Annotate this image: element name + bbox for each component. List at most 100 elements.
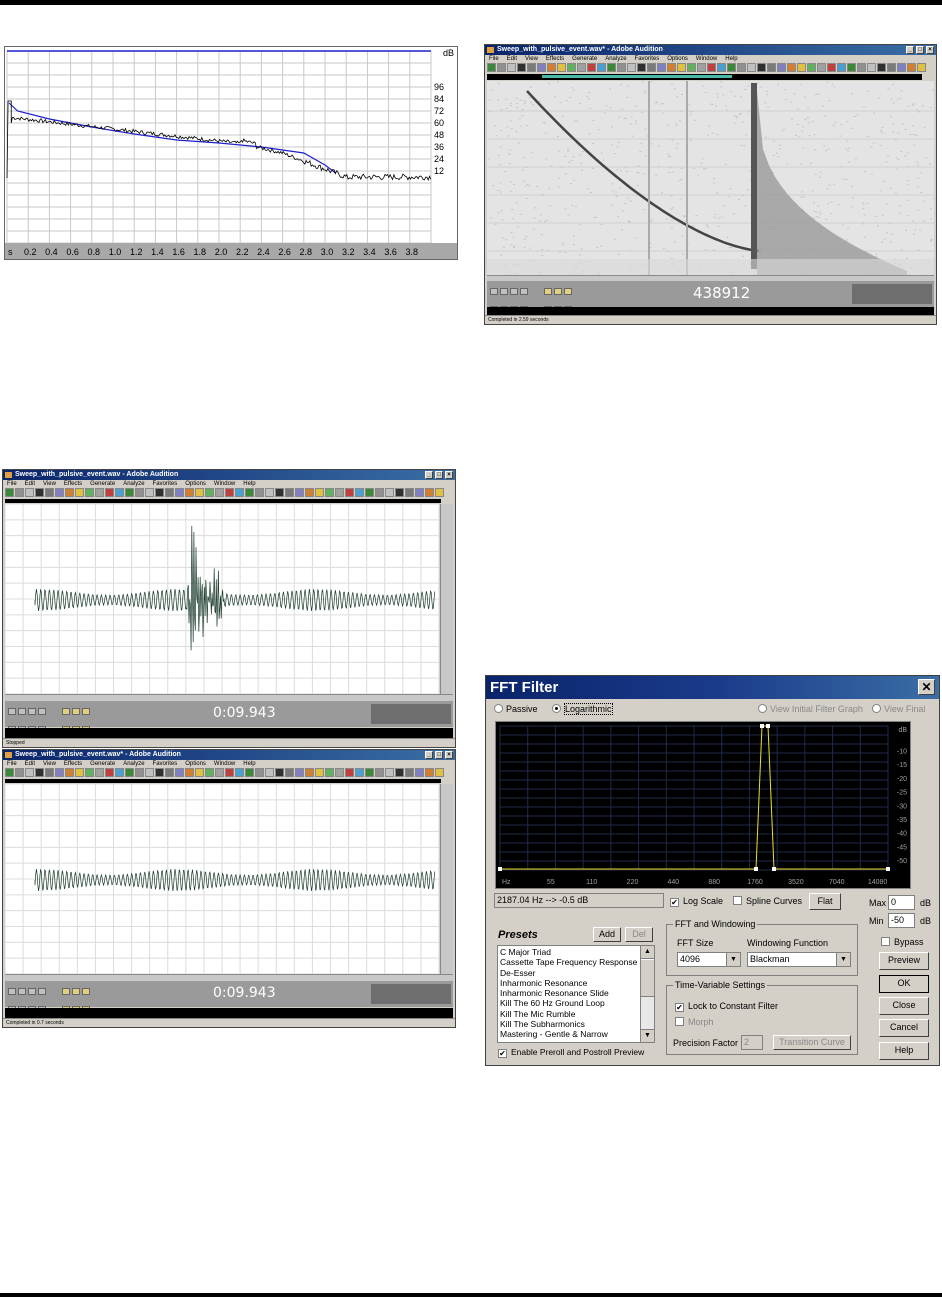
waveform-display[interactable]: [5, 784, 439, 974]
toolbar-button[interactable]: [215, 768, 224, 777]
overview-bar[interactable]: [5, 499, 441, 503]
toolbar-button[interactable]: [55, 488, 64, 497]
toolbar-button[interactable]: [155, 768, 164, 777]
view-final-radio[interactable]: View Final: [872, 704, 925, 714]
max-db-input[interactable]: 0: [888, 895, 915, 910]
toolbar-button[interactable]: [5, 768, 14, 777]
toolbar-button[interactable]: [435, 488, 444, 497]
ok-button[interactable]: OK: [879, 975, 929, 993]
preset-item[interactable]: Inharmonic Resonance Slide: [500, 988, 640, 998]
toolbar-button[interactable]: [195, 768, 204, 777]
toolbar-button[interactable]: [165, 488, 174, 497]
view-initial-radio[interactable]: View Initial Filter Graph: [758, 704, 863, 714]
toolbar-button[interactable]: [385, 488, 394, 497]
toolbar-button[interactable]: [385, 768, 394, 777]
toolbar-button[interactable]: [55, 768, 64, 777]
toolbar-button[interactable]: [275, 768, 284, 777]
toolbar-button[interactable]: [275, 488, 284, 497]
menu-analyze[interactable]: Analyze: [605, 56, 626, 62]
toolbar-button[interactable]: [687, 63, 696, 72]
toolbar-button[interactable]: [335, 488, 344, 497]
menu-generate[interactable]: Generate: [572, 56, 597, 62]
close-window-button[interactable]: ×: [445, 471, 453, 479]
min-db-input[interactable]: -50: [888, 913, 915, 928]
menu-options[interactable]: Options: [185, 761, 206, 767]
menu-file[interactable]: File: [7, 481, 17, 487]
toolbar-button[interactable]: [777, 63, 786, 72]
toolbar-button[interactable]: [395, 768, 404, 777]
toolbar-button[interactable]: [75, 488, 84, 497]
toolbar-button[interactable]: [315, 488, 324, 497]
control-point[interactable]: [760, 724, 764, 728]
toolbar-button[interactable]: [667, 63, 676, 72]
toolbar-button[interactable]: [557, 63, 566, 72]
presets-scrollbar[interactable]: ▲ ▼: [640, 946, 654, 1042]
maximize-button[interactable]: □: [435, 751, 443, 759]
toolbar-button[interactable]: [587, 63, 596, 72]
maximize-button[interactable]: □: [435, 471, 443, 479]
toolbar-button[interactable]: [547, 63, 556, 72]
toolbar-button[interactable]: [175, 768, 184, 777]
toolbar-button[interactable]: [697, 63, 706, 72]
toolbar-button[interactable]: [365, 768, 374, 777]
toolbar-button[interactable]: [305, 768, 314, 777]
toolbar-button[interactable]: [435, 768, 444, 777]
toolbar-button[interactable]: [897, 63, 906, 72]
menu-help[interactable]: Help: [243, 761, 255, 767]
toolbar-button[interactable]: [917, 63, 926, 72]
toolbar-button[interactable]: [25, 768, 34, 777]
toolbar-button[interactable]: [567, 63, 576, 72]
toolbar-button[interactable]: [737, 63, 746, 72]
fft-size-select[interactable]: 4096 ▼: [677, 952, 741, 967]
toolbar-button[interactable]: [125, 768, 134, 777]
enable-preroll-checkbox[interactable]: ✔ Enable Preroll and Postroll Preview: [498, 1047, 644, 1058]
menu-effects[interactable]: Effects: [546, 56, 564, 62]
toolbar-button[interactable]: [415, 488, 424, 497]
toolbar-button[interactable]: [165, 768, 174, 777]
toolbar-button[interactable]: [597, 63, 606, 72]
preset-item[interactable]: C Major Triad: [500, 947, 640, 957]
preset-item[interactable]: Inharmonic Resonance: [500, 978, 640, 988]
preset-item[interactable]: Kill The Mic Rumble: [500, 1009, 640, 1019]
menu-effects[interactable]: Effects: [64, 761, 82, 767]
toolbar-button[interactable]: [787, 63, 796, 72]
minimize-button[interactable]: _: [425, 471, 433, 479]
toolbar-button[interactable]: [647, 63, 656, 72]
toolbar-button[interactable]: [907, 63, 916, 72]
add-preset-button[interactable]: Add: [593, 927, 621, 942]
toolbar-button[interactable]: [747, 63, 756, 72]
toolbar-button[interactable]: [487, 63, 496, 72]
toolbar-button[interactable]: [345, 768, 354, 777]
overview-bar[interactable]: [487, 74, 922, 80]
bypass-checkbox[interactable]: Bypass: [881, 937, 924, 947]
toolbar-button[interactable]: [325, 488, 334, 497]
toolbar-button[interactable]: [285, 768, 294, 777]
toolbar-button[interactable]: [425, 768, 434, 777]
scroll-up-icon[interactable]: ▲: [641, 946, 654, 959]
toolbar-button[interactable]: [205, 768, 214, 777]
toolbar-button[interactable]: [375, 768, 384, 777]
preset-item[interactable]: Kill The Subharmonics: [500, 1019, 640, 1029]
scroll-thumb[interactable]: [641, 959, 654, 997]
toolbar-button[interactable]: [617, 63, 626, 72]
menu-favorites[interactable]: Favorites: [635, 56, 660, 62]
toolbar-button[interactable]: [867, 63, 876, 72]
toolbar-button[interactable]: [35, 488, 44, 497]
toolbar-button[interactable]: [335, 768, 344, 777]
toolbar-button[interactable]: [265, 488, 274, 497]
toolbar-button[interactable]: [857, 63, 866, 72]
toolbar-button[interactable]: [847, 63, 856, 72]
close-button[interactable]: Close: [879, 997, 929, 1015]
toolbar-button[interactable]: [657, 63, 666, 72]
toolbar-button[interactable]: [727, 63, 736, 72]
menu-edit[interactable]: Edit: [25, 481, 35, 487]
toolbar-button[interactable]: [175, 488, 184, 497]
toolbar-button[interactable]: [577, 63, 586, 72]
toolbar-button[interactable]: [365, 488, 374, 497]
menu-help[interactable]: Help: [243, 481, 255, 487]
toolbar-button[interactable]: [45, 488, 54, 497]
toolbar-button[interactable]: [35, 768, 44, 777]
menu-options[interactable]: Options: [667, 56, 688, 62]
toolbar-button[interactable]: [125, 488, 134, 497]
toolbar-button[interactable]: [405, 488, 414, 497]
